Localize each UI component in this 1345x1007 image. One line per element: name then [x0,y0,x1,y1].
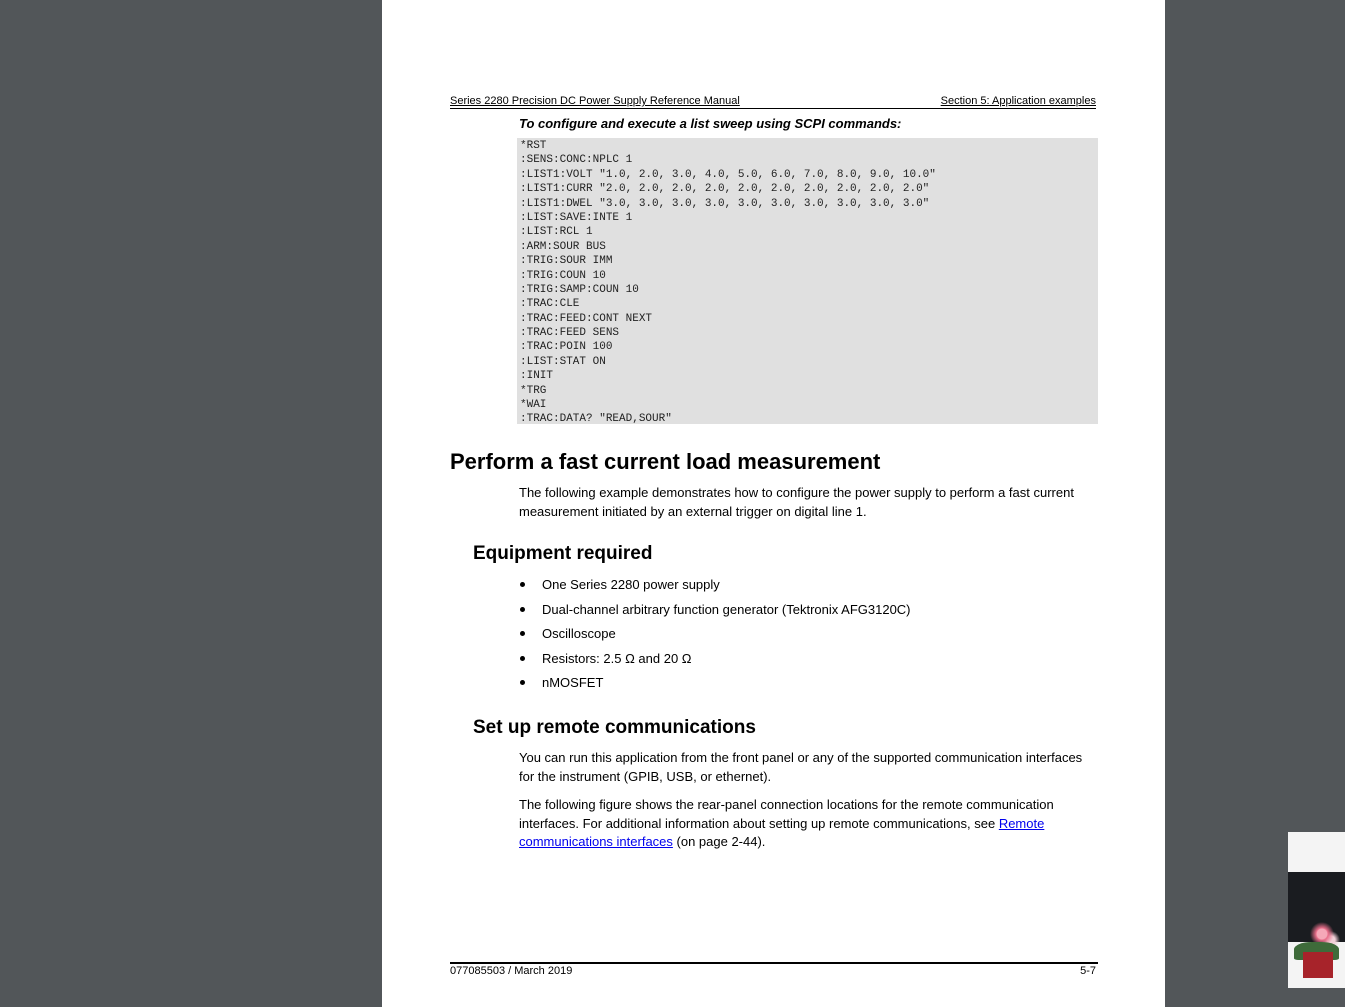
code-line: :TRAC:DATA? "READ,SOUR" [520,413,672,426]
equipment-item-label: Resistors: 2.5 Ω and 20 Ω [542,650,692,666]
equipment-list: One Series 2280 power supply Dual-channel… [519,576,911,699]
code-line: :LIST:RCL 1 [520,226,593,239]
bullet-icon [520,606,525,612]
footer-divider [450,962,1098,964]
equipment-item: nMOSFET [519,674,911,699]
code-line: :TRIG:COUN 10 [520,269,606,282]
code-line: :INIT [520,370,554,383]
bullet-icon [520,655,525,661]
thumbnail-logo-badge [1303,952,1333,978]
code-line: *WAI [520,399,547,412]
equipment-item: Oscilloscope [519,625,911,650]
section-intro: The following example demonstrates how t… [519,485,1074,519]
page-footer: 077085503 / March 2019 5-7 [450,965,1096,977]
remote-paragraph-2: The following figure shows the rear-pane… [519,796,1099,852]
scpi-code-block: *RST :SENS:CONC:NPLC 1:LIST1:VOLT "1.0, 2… [517,138,1098,426]
code-line: :TRIG:SOUR IMM [520,255,613,268]
header-manual-title: Series 2280 Precision DC Power Supply Re… [450,95,740,107]
code-line: *TRG [520,384,547,397]
bullet-icon [520,582,525,587]
code-line: :TRAC:FEED SENS [520,327,620,340]
equipment-heading: Equipment required [473,543,653,564]
equipment-item-label: Oscilloscope [542,626,616,641]
code-line: :TRAC:CLE [520,298,580,311]
remote-paragraph-2-text: The following figure shows the rear-pane… [519,797,1054,831]
code-line: :TRAC:POIN 100 [520,341,613,354]
footer-page-number: 5-7 [1080,965,1096,977]
bullet-icon [520,680,525,685]
equipment-item: Resistors: 2.5 Ω and 20 Ω [519,650,911,675]
remote-heading: Set up remote communications [473,717,756,738]
equipment-item: One Series 2280 power supply [519,576,911,601]
equipment-item: Dual-channel arbitrary function generato… [519,601,911,626]
code-line: :LIST1:DWEL "3.0, 3.0, 3.0, 3.0, 3.0, 3.… [520,197,930,210]
code-line: :LIST:STAT ON [520,355,606,368]
equipment-item-label: Dual-channel arbitrary function generato… [542,601,911,617]
code-line: :ARM:SOUR BUS [520,240,606,253]
footer-document-number: 077085503 / March 2019 [450,965,573,977]
equipment-item-label: nMOSFET [542,675,604,690]
procedure-title: To configure and execute a list sweep us… [519,116,902,131]
section-heading: Perform a fast current load measurement [450,449,881,474]
code-line: *RST [520,140,547,152]
remote-paragraph-1: You can run this application from the fr… [519,750,1083,784]
code-line: :SENS:CONC:NPLC 1 [520,154,633,167]
header-section-title: Section 5: Application examples [940,95,1096,107]
document-page: Series 2280 Precision DC Power Supply Re… [382,0,1165,1007]
code-line: :TRAC:FEED:CONT NEXT [520,312,653,325]
remote-paragraph-2-page-ref: (on page 2-44). [672,834,766,849]
code-line: :TRIG:SAMP:COUN 10 [520,283,639,296]
code-line: :LIST1:CURR "2.0, 2.0, 2.0, 2.0, 2.0, 2.… [520,183,930,196]
page-header: Series 2280 Precision DC Power Supply Re… [450,94,1096,109]
corner-video-thumbnail[interactable] [1288,832,1345,988]
bullet-icon [520,631,525,636]
code-line: :LIST:SAVE:INTE 1 [520,211,633,224]
equipment-item-label: One Series 2280 power supply [542,577,720,592]
code-line: :LIST1:VOLT "1.0, 2.0, 3.0, 4.0, 5.0, 6.… [520,168,936,181]
